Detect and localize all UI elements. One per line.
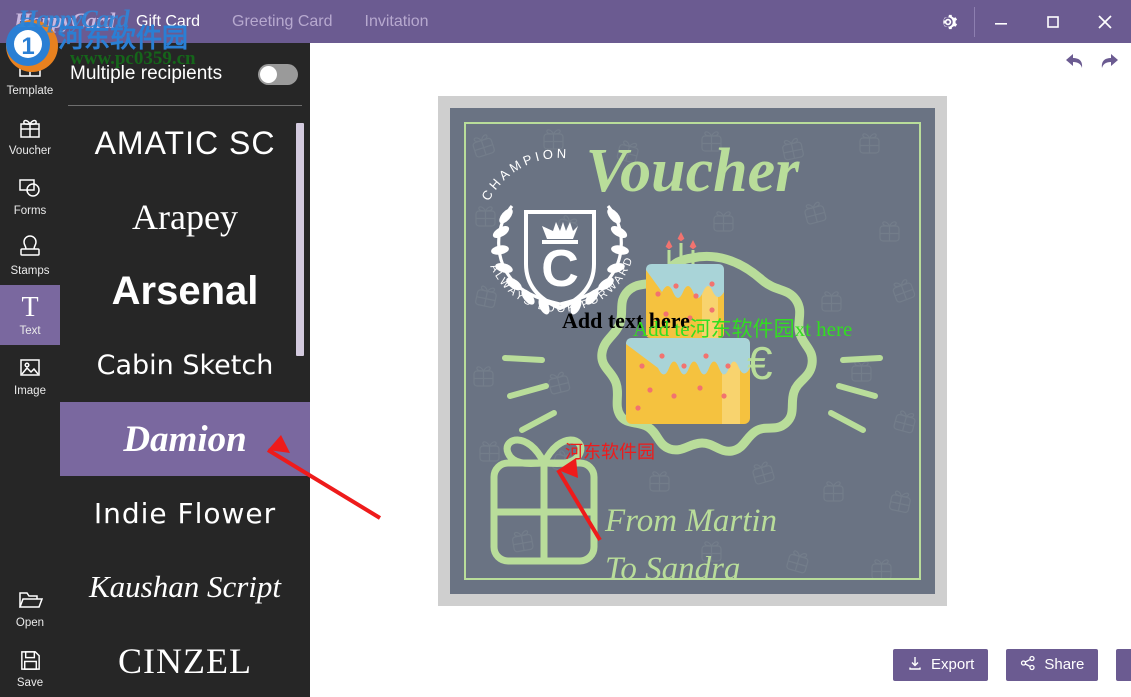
minimize-icon[interactable] [975,0,1027,43]
watermark-chinese-green: 河东软件园 [689,317,795,341]
sidebar-label-template: Template [6,85,54,97]
export-label: Export [931,656,975,673]
sidebar-item-stamps[interactable]: Stamps [0,225,60,285]
sidebar-label-stamps: Stamps [10,265,50,277]
undo-redo-group [1063,51,1121,77]
share-button[interactable]: Share [1006,648,1099,681]
card-preview-wrapper: CHAMPION ALWAYS LOOK FORWARD [438,96,947,606]
bottom-action-bar: Export Share Print [620,632,1131,697]
shapes-icon [17,173,43,203]
green-text-left: Add te [633,317,690,341]
sidebar-item-open[interactable]: Open [0,577,60,637]
font-option-kaushan-script[interactable]: Kaushan Script [60,550,310,624]
font-option-arsenal[interactable]: Arsenal [60,254,310,328]
currency-symbol: € [747,337,773,389]
redo-arrow-icon[interactable] [1095,51,1121,77]
sidebar-label-image: Image [14,385,46,397]
font-option-amatic-sc[interactable]: AMATIC SC [60,106,310,180]
font-panel: Multiple recipients AMATIC SC Arapey Ars… [60,43,310,697]
card-text-placeholder-green[interactable]: Add te河东软件园xt here [633,313,852,343]
sidebar-label-text: Text [19,325,41,337]
left-sidebar: Template Voucher Forms Stamps T Text Ima… [0,43,60,697]
gift-icon [17,113,43,143]
font-option-arapey[interactable]: Arapey [60,180,310,254]
text-t-icon: T [21,292,39,323]
window-controls [922,0,1131,43]
folder-open-icon [17,585,43,615]
font-option-indie-flower[interactable]: Indie Flower [60,476,310,550]
font-list[interactable]: AMATIC SC Arapey Arsenal Cabin Sketch Da… [60,106,310,695]
download-icon [907,655,923,675]
stamp-icon [17,233,43,263]
sidebar-item-forms[interactable]: Forms [0,165,60,225]
undo-arrow-icon[interactable] [1063,51,1089,77]
sidebar-label-forms: Forms [13,205,47,217]
tab-invitation[interactable]: Invitation [349,0,445,43]
sidebar-label-voucher: Voucher [8,145,52,157]
font-option-cabin-sketch[interactable]: Cabin Sketch [60,328,310,402]
card-to-line[interactable]: To Sandra [605,551,740,588]
card-canvas[interactable]: CHAMPION ALWAYS LOOK FORWARD [450,108,935,594]
canvas-stage: CHAMPION ALWAYS LOOK FORWARD [310,43,1131,697]
print-button[interactable]: Print [1116,648,1131,681]
floppy-disk-icon [18,645,43,675]
sidebar-item-image[interactable]: Image [0,345,60,405]
tab-greeting-card[interactable]: Greeting Card [216,0,349,43]
sidebar-item-voucher[interactable]: Voucher [0,105,60,165]
font-list-scrollbar[interactable] [296,123,304,356]
multiple-recipients-toggle[interactable] [258,63,298,85]
font-option-damion[interactable]: Damion [60,402,310,476]
image-icon [17,353,43,383]
toggle-knob [260,65,277,83]
card-from-line[interactable]: From Martin [605,503,777,540]
share-nodes-icon [1020,655,1036,675]
sidebar-label-open: Open [15,617,45,629]
close-icon[interactable] [1079,0,1131,43]
export-button[interactable]: Export [893,648,989,681]
maximize-icon[interactable] [1027,0,1079,43]
watermark-url-green: www.pc0359.cn [70,48,196,69]
gear-icon[interactable] [922,0,974,43]
sidebar-item-text[interactable]: T Text [0,285,60,345]
sidebar-item-save[interactable]: Save [0,637,60,697]
card-title[interactable]: Voucher [450,136,935,207]
green-text-right: xt here [794,317,853,341]
share-label: Share [1044,656,1085,673]
sidebar-bottom-group: Open Save [0,577,60,697]
svg-text:C: C [541,240,579,298]
font-option-cinzel[interactable]: CINZEL [60,624,310,695]
watermark-chinese-red: 河东软件园 [565,442,655,463]
svg-text:1: 1 [21,33,34,60]
sidebar-label-save: Save [16,677,44,689]
application-window: HappyCard Gift Card Greeting Card Invita… [0,0,1131,697]
